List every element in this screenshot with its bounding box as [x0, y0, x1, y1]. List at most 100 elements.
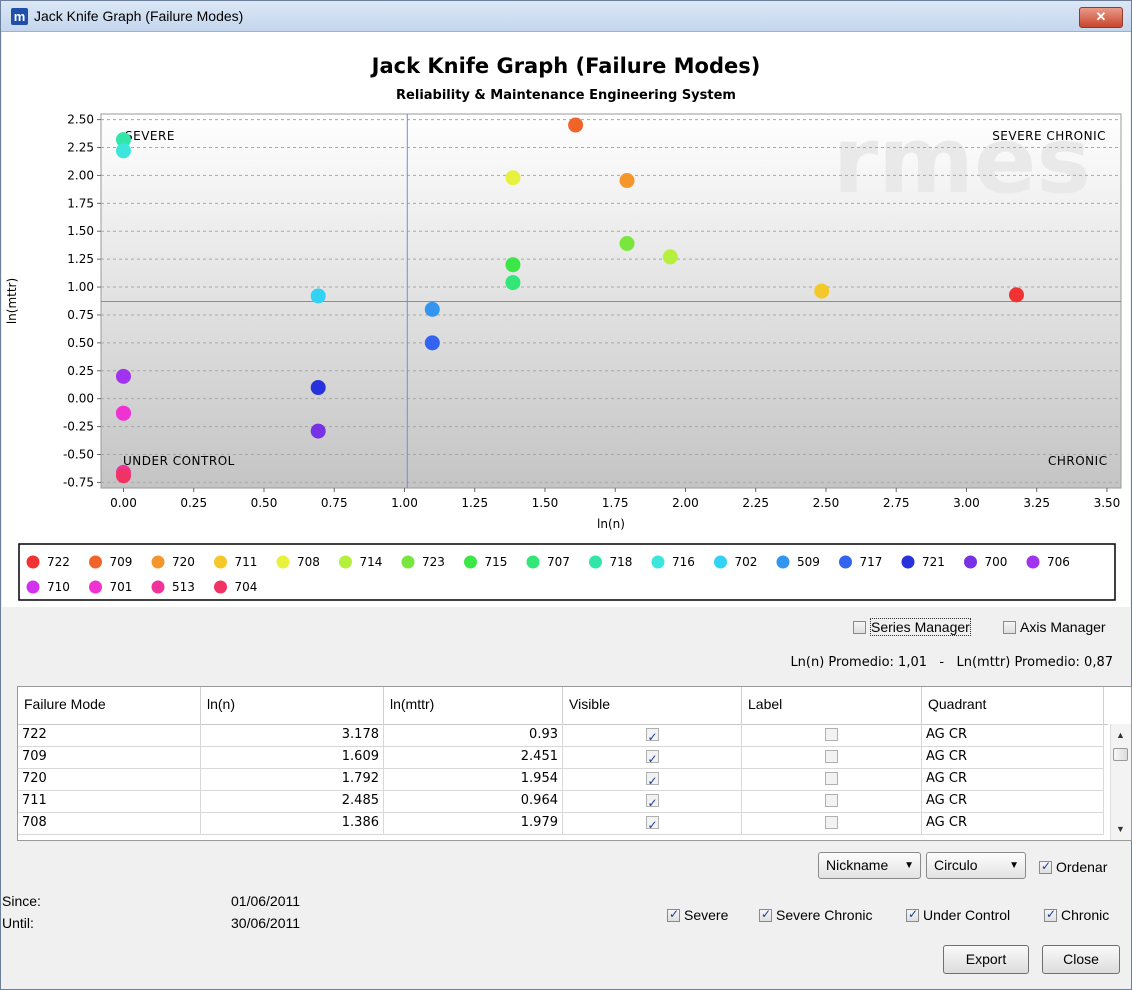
x-tick-label: 3.25: [1023, 496, 1050, 510]
ordenar-checkbox[interactable]: [1039, 859, 1052, 874]
export-button[interactable]: Export: [943, 945, 1029, 974]
label-type-select[interactable]: Nickname ▼: [818, 852, 921, 879]
table-cell[interactable]: AG CR: [922, 746, 1104, 768]
visible-checkbox[interactable]: [645, 814, 659, 834]
legend-label-722: 722: [47, 555, 70, 569]
chronic-filter[interactable]: Chronic: [1044, 906, 1109, 923]
legend-label-509: 509: [797, 555, 820, 569]
label-cell: [742, 724, 922, 746]
visible-cell: [563, 768, 742, 790]
table-cell[interactable]: 1.792: [201, 768, 384, 790]
table-cell[interactable]: AG CR: [922, 790, 1104, 812]
table-cell[interactable]: 0.964: [384, 790, 563, 812]
table-row[interactable]: 7091.6092.451 AG CR: [18, 746, 1104, 769]
label-checkbox[interactable]: [825, 816, 838, 829]
visible-checkbox[interactable]: [645, 748, 659, 768]
table-cell[interactable]: 0.93: [384, 724, 563, 746]
legend-marker-714: [339, 555, 352, 569]
legend-marker-721: [901, 555, 915, 569]
data-point-717: [424, 335, 440, 351]
x-tick-label: 3.00: [953, 496, 980, 510]
column-header[interactable]: Quadrant: [922, 687, 1104, 724]
shape-select[interactable]: Circulo ▼: [926, 852, 1026, 879]
chronic-checkbox[interactable]: [1044, 907, 1057, 922]
legend-label-720: 720: [172, 555, 195, 569]
axis-manager-toggle[interactable]: Axis Manager: [1003, 618, 1106, 635]
under-control-filter[interactable]: Under Control: [906, 906, 1010, 923]
data-point-723: [619, 236, 635, 252]
table-cell[interactable]: 2.485: [201, 790, 384, 812]
visible-checkbox[interactable]: [645, 770, 659, 790]
legend-marker-716: [651, 555, 665, 569]
window-close-button[interactable]: ✕: [1079, 7, 1123, 28]
data-point-708: [505, 170, 521, 186]
table-row[interactable]: 7081.3861.979 AG CR: [18, 812, 1104, 835]
series-manager-toggle[interactable]: Series Manager: [853, 618, 971, 637]
x-tick-label: 0.50: [251, 496, 278, 510]
table-cell[interactable]: AG CR: [922, 724, 1104, 746]
column-header[interactable]: ln(n): [201, 687, 384, 724]
table-cell[interactable]: 1.954: [384, 768, 563, 790]
legend-marker-722: [26, 555, 40, 569]
legend-marker-509: [776, 555, 790, 569]
label-checkbox[interactable]: [825, 728, 838, 741]
under-control-checkbox[interactable]: [906, 907, 919, 922]
legend-marker-709: [89, 555, 102, 569]
column-header[interactable]: Failure Mode: [18, 687, 201, 724]
axis-manager-checkbox[interactable]: [1003, 620, 1016, 634]
legend-label-715: 715: [485, 555, 508, 569]
severe-filter-label: Severe: [684, 907, 729, 924]
table-row[interactable]: 7223.1780.93 AG CR: [18, 724, 1104, 747]
label-checkbox[interactable]: [825, 772, 838, 785]
table-cell[interactable]: 722: [18, 724, 201, 746]
legend-marker-710: [26, 580, 40, 594]
scroll-up-icon[interactable]: ▲: [1116, 730, 1125, 740]
table-cell[interactable]: 708: [18, 812, 201, 834]
legend-marker-708: [276, 555, 290, 569]
legend-label-708: 708: [297, 555, 320, 569]
x-tick-label: 2.75: [883, 496, 910, 510]
table-cell[interactable]: 711: [18, 790, 201, 812]
legend-label-716: 716: [672, 555, 695, 569]
label-cell: [742, 746, 922, 768]
scroll-down-icon[interactable]: ▼: [1116, 824, 1125, 834]
severe-checkbox[interactable]: [667, 907, 680, 922]
severe-filter[interactable]: Severe: [667, 906, 728, 923]
visible-cell: [563, 790, 742, 812]
legend-marker-706: [1026, 555, 1040, 569]
chart-panel: Jack Knife Graph (Failure Modes) Reliabil…: [2, 32, 1130, 607]
series-manager-checkbox[interactable]: [853, 620, 866, 634]
jack-knife-window: m Jack Knife Graph (Failure Modes) ✕ Jac…: [0, 0, 1132, 990]
visible-checkbox[interactable]: [645, 792, 659, 812]
ordenar-toggle[interactable]: Ordenar: [1039, 858, 1107, 875]
severe-chronic-checkbox[interactable]: [759, 907, 772, 922]
data-point-704: [115, 468, 131, 484]
table-row[interactable]: 7201.7921.954 AG CR: [18, 768, 1104, 791]
table-cell[interactable]: 1.386: [201, 812, 384, 834]
visible-checkbox[interactable]: [645, 726, 659, 746]
table-cell[interactable]: 1.979: [384, 812, 563, 834]
column-header[interactable]: Visible: [563, 687, 742, 724]
column-header[interactable]: Label: [742, 687, 922, 724]
table-cell[interactable]: AG CR: [922, 812, 1104, 834]
legend-marker-700: [964, 555, 977, 569]
x-tick-label: 0.25: [180, 496, 207, 510]
y-tick-label: 2.25: [67, 140, 94, 154]
label-checkbox[interactable]: [825, 794, 838, 807]
table-cell[interactable]: 3.178: [201, 724, 384, 746]
label-checkbox[interactable]: [825, 750, 838, 763]
table-cell[interactable]: 1.609: [201, 746, 384, 768]
table-cell[interactable]: 2.451: [384, 746, 563, 768]
table-cell[interactable]: 709: [18, 746, 201, 768]
close-button[interactable]: Close: [1042, 945, 1120, 974]
table-cell[interactable]: 720: [18, 768, 201, 790]
table-scrollbar[interactable]: ▲ ▼: [1110, 724, 1131, 840]
since-label: Since:: [2, 893, 41, 909]
column-header[interactable]: ln(mttr): [384, 687, 563, 724]
quadrant-label-severe: SEVERE: [125, 129, 175, 143]
table-cell[interactable]: AG CR: [922, 768, 1104, 790]
severe-chronic-filter[interactable]: Severe Chronic: [759, 906, 873, 923]
y-tick-label: 0.75: [67, 308, 94, 322]
table-row[interactable]: 7112.4850.964 AG CR: [18, 790, 1104, 813]
scroll-thumb[interactable]: [1113, 748, 1128, 761]
